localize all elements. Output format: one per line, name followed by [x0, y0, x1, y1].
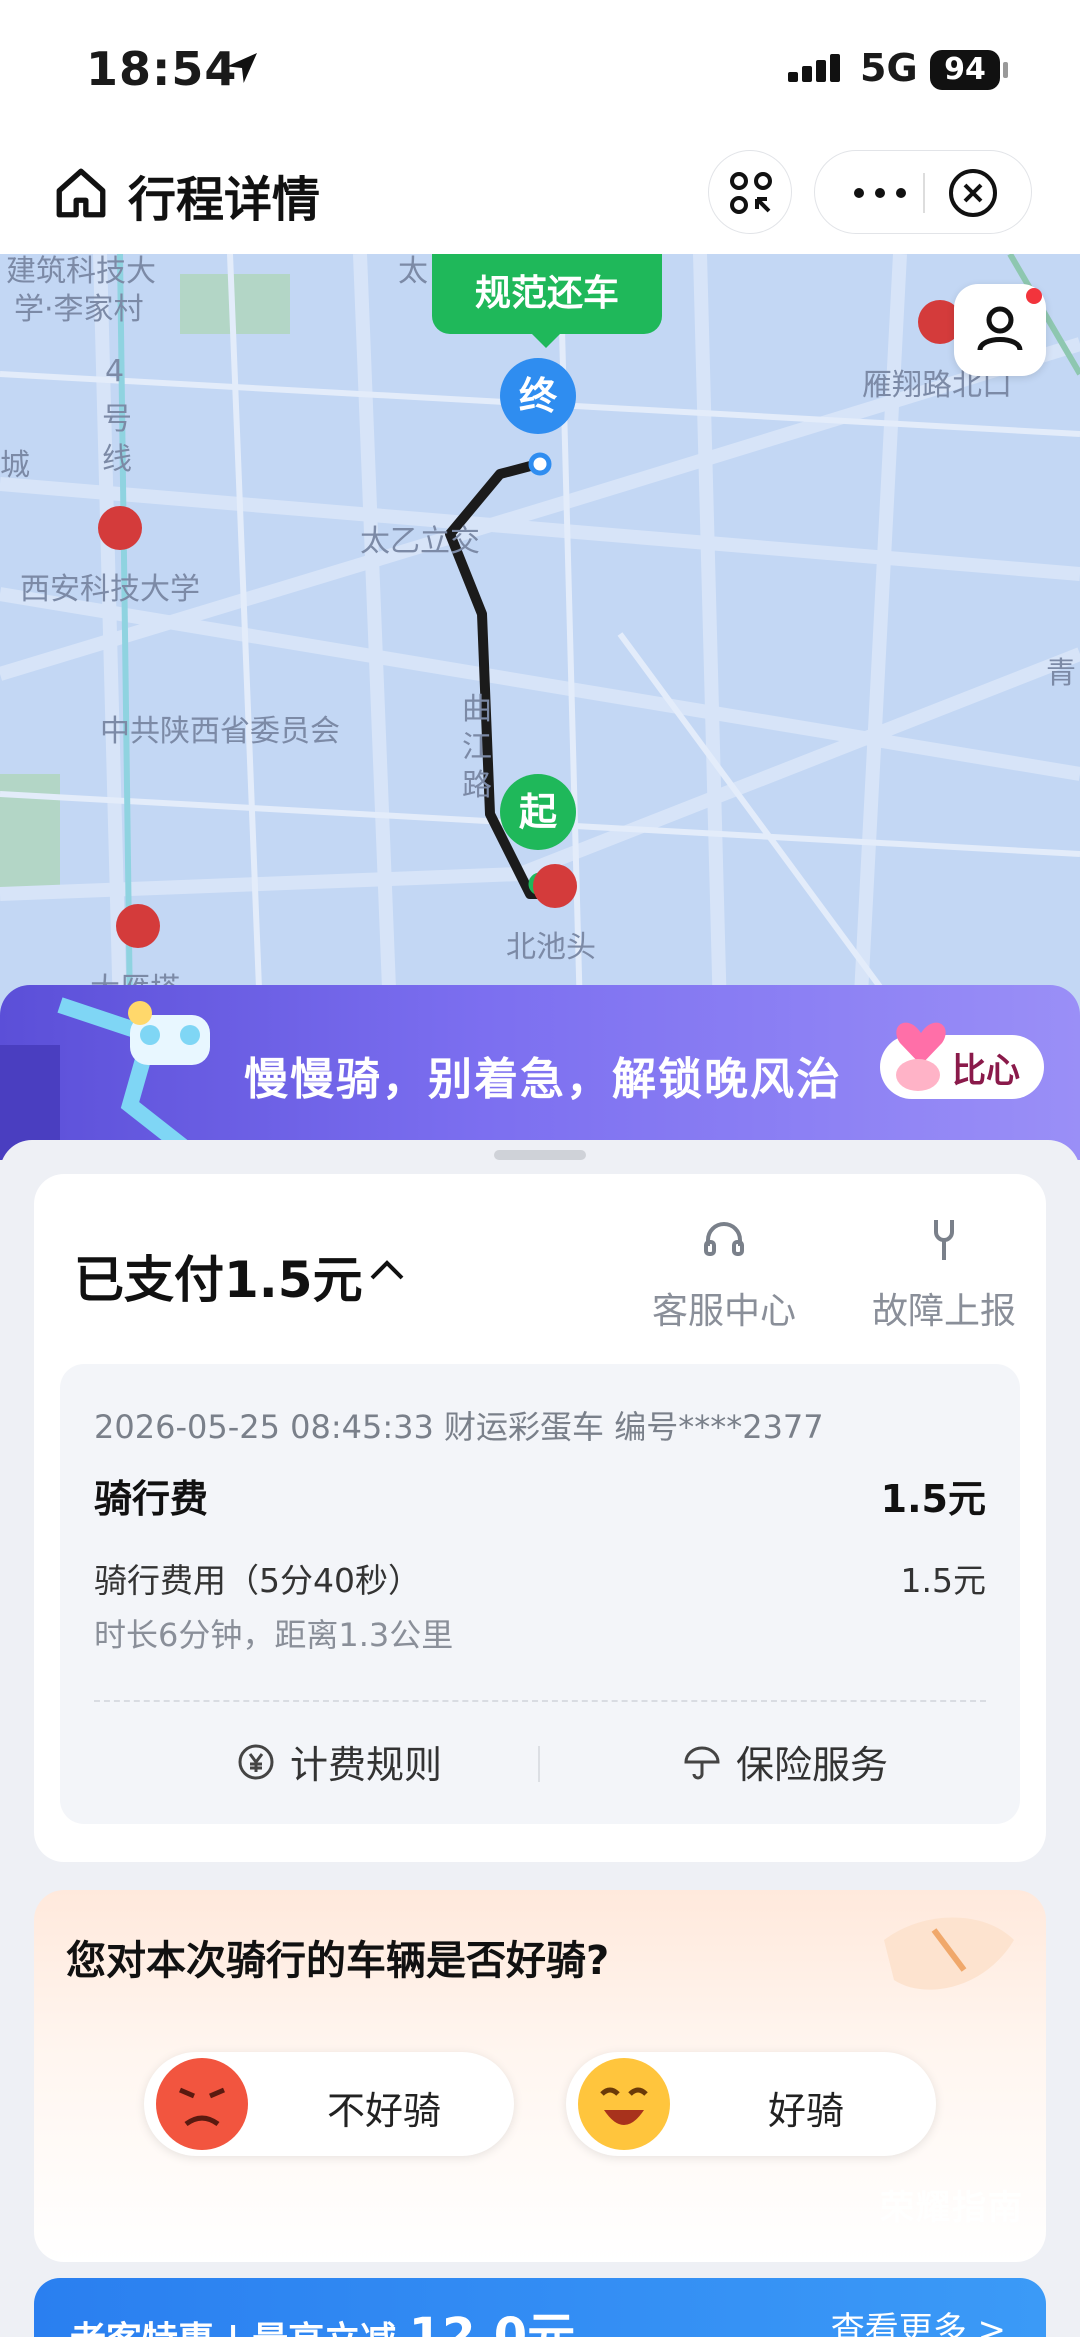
- scan-icon: [730, 172, 772, 214]
- map-label: 路: [462, 768, 492, 803]
- map-label: 太乙立交: [360, 524, 480, 559]
- feedback-question: 您对本次骑行的车辆是否好骑?: [66, 1938, 610, 1984]
- divider: [94, 1700, 986, 1702]
- chevron-up-icon[interactable]: [364, 1248, 410, 1294]
- page-title: 行程详情: [128, 172, 321, 228]
- map-label: 北池头: [506, 930, 596, 965]
- bottom-sheet: 已支付1.5元 客服中心 故障上报 2026-05-25 08:45:33 财运…: [0, 1140, 1080, 2337]
- insurance-label: 保险服务: [736, 1743, 889, 1787]
- map-label: 西安科技大学: [20, 572, 200, 607]
- paper-plane-decoration: [884, 1917, 1014, 1990]
- location-arrow-icon: [227, 53, 257, 83]
- fault-report-label: 故障上报: [871, 1291, 1016, 1332]
- route-map[interactable]: 建筑科技大 学·李家村 4 号 线 城 西安科技大学 太乙立交 中共陕西省委员会…: [0, 254, 1080, 1014]
- trip-meta: 2026-05-25 08:45:33 财运彩蛋车 编号****2377: [94, 1408, 824, 1446]
- end-pin: 终: [500, 358, 576, 434]
- watermark: 荣耀指南: [880, 2188, 1024, 2228]
- status-bar: 18:54 5G 94: [0, 0, 1080, 140]
- banner-text: 慢慢骑，别着急，解锁晚风治: [244, 1054, 842, 1105]
- bike-illustration: [0, 997, 210, 1160]
- map-label: 中共陕西省委员会: [100, 714, 340, 749]
- fault-report-button[interactable]: 故障上报: [854, 1212, 1034, 1334]
- map-label: 号: [102, 402, 132, 437]
- umbrella-icon: [684, 1746, 720, 1779]
- not-good-button[interactable]: 不好骑: [144, 2052, 514, 2156]
- promo-amount: 12.0元: [408, 2308, 576, 2337]
- good-label: 好骑: [767, 2089, 844, 2133]
- notification-dot: [1026, 288, 1042, 304]
- fee-sub-label: 骑行费用（5分40秒）: [94, 1561, 421, 1600]
- wrench-icon: [934, 1220, 954, 1260]
- headset-icon: [704, 1222, 744, 1256]
- battery-level: 94: [930, 50, 1000, 90]
- good-button[interactable]: 好骑: [566, 2052, 936, 2156]
- fee-detail: 2026-05-25 08:45:33 财运彩蛋车 编号****2377 骑行费…: [60, 1364, 1020, 1824]
- nav-bar: 行程详情: [0, 140, 1080, 254]
- promo-more-link[interactable]: 查看更多 >: [831, 2302, 1006, 2337]
- close-icon[interactable]: [945, 165, 1001, 221]
- map-label: 4: [105, 354, 125, 389]
- map-label: 城: [0, 448, 30, 483]
- fee-label: 骑行费: [94, 1477, 209, 1521]
- paid-amount: 已支付1.5元: [74, 1251, 363, 1309]
- fee-sub-amount: 1.5元: [900, 1561, 986, 1600]
- service-center-label: 客服中心: [651, 1291, 796, 1332]
- angry-face-icon: [156, 2058, 248, 2150]
- yen-icon: [238, 1744, 274, 1779]
- trip-summary: 时长6分钟，距离1.3公里: [94, 1616, 454, 1654]
- heart-hand-icon: [896, 1022, 946, 1091]
- insurance-link[interactable]: 保险服务: [682, 1734, 888, 1789]
- drag-handle[interactable]: [494, 1150, 586, 1160]
- network-type: 5G: [860, 46, 918, 90]
- billing-rules-link[interactable]: 计费规则: [236, 1734, 442, 1789]
- payment-card: 已支付1.5元 客服中心 故障上报 2026-05-25 08:45:33 财运…: [34, 1174, 1046, 1862]
- status-time: 18:54: [86, 42, 238, 96]
- promo-banner[interactable]: 慢慢骑，别着急，解锁晚风治 比心: [0, 985, 1080, 1160]
- returning-user-promo[interactable]: 老客特惠 | 最高立减 12.0元 查看更多 >: [34, 2278, 1046, 2337]
- billing-rules-label: 计费规则: [290, 1743, 443, 1787]
- map-label: 青: [1046, 656, 1076, 691]
- promo-prefix: 老客特惠 | 最高立减: [70, 2320, 396, 2337]
- mini-program-capsule: [814, 150, 1032, 234]
- map-label: 线: [102, 442, 132, 477]
- home-icon[interactable]: [52, 164, 110, 222]
- battery-tip: [1003, 62, 1008, 78]
- map-label: 太: [398, 254, 428, 289]
- scan-button[interactable]: [708, 150, 792, 234]
- start-pin: 起: [500, 774, 576, 850]
- map-label: 学·李家村: [14, 292, 144, 327]
- not-good-label: 不好骑: [326, 2089, 441, 2133]
- more-icon[interactable]: [845, 169, 915, 217]
- heart-button-label: 比心: [952, 1051, 1020, 1091]
- user-button[interactable]: [954, 284, 1046, 376]
- fee-amount: 1.5元: [880, 1477, 986, 1521]
- happy-face-icon: [578, 2058, 670, 2150]
- link-divider: [538, 1746, 540, 1782]
- return-tag: 规范还车: [432, 254, 662, 348]
- service-center-button[interactable]: 客服中心: [634, 1212, 814, 1334]
- capsule-divider: [923, 173, 925, 213]
- signal-icon: [788, 54, 840, 82]
- promo-text: 老客特惠 | 最高立减 12.0元: [70, 2296, 575, 2337]
